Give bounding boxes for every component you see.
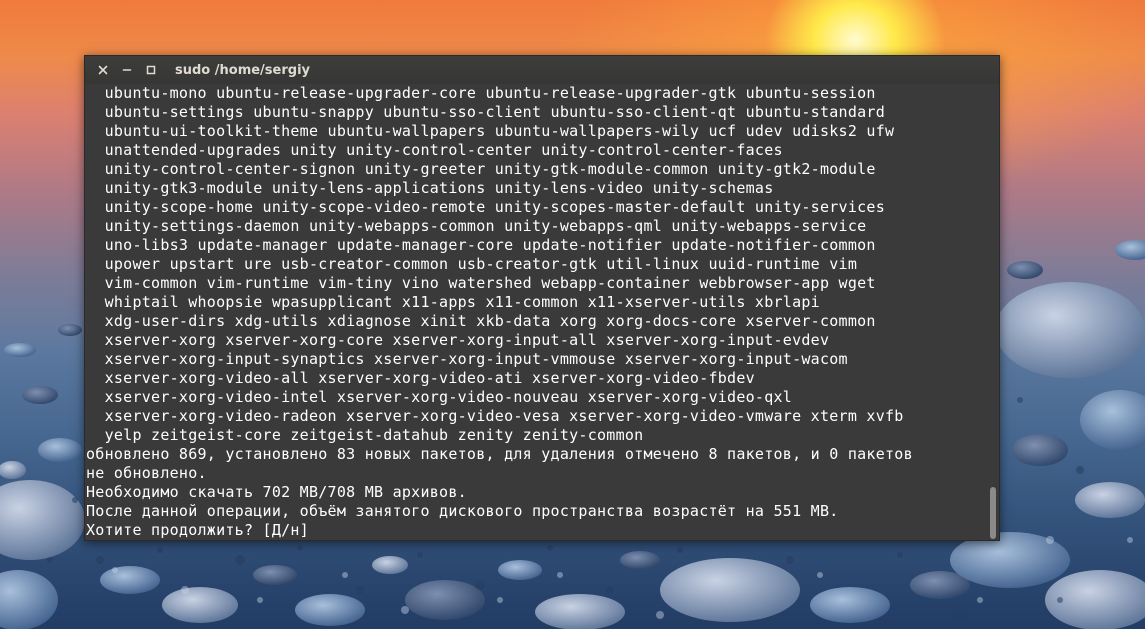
terminal-line: ubuntu-mono ubuntu-release-upgrader-core… [86, 84, 876, 102]
window-title: sudo /home/sergiy [175, 62, 311, 78]
window-titlebar[interactable]: sudo /home/sergiy [85, 56, 999, 84]
terminal-prompt-line[interactable]: Хотите продолжить? [Д/н] [86, 521, 987, 540]
terminal-line: unity-control-center-signon unity-greete… [86, 160, 876, 178]
terminal-window[interactable]: sudo /home/sergiy ubuntu-mono ubuntu-rel… [84, 55, 1000, 541]
terminal-scrollbar[interactable] [987, 84, 999, 540]
terminal-line: whiptail whoopsie wpasupplicant x11-apps… [86, 293, 820, 311]
terminal-line: unity-scope-home unity-scope-video-remot… [86, 198, 886, 216]
terminal-line: yelp zeitgeist-core zeitgeist-datahub ze… [86, 426, 644, 444]
terminal-line: unity-settings-daemon unity-webapps-comm… [86, 217, 867, 235]
terminal-line: Необходимо скачать 702 MB/708 MB архивов… [86, 483, 467, 501]
terminal-line: ubuntu-ui-toolkit-theme ubuntu-wallpaper… [86, 122, 895, 140]
terminal-line: xserver-xorg xserver-xorg-core xserver-x… [86, 331, 830, 349]
scrollbar-thumb[interactable] [990, 487, 996, 539]
terminal-line: xserver-xorg-video-radeon xserver-xorg-v… [86, 407, 904, 425]
terminal-line: xdg-user-dirs xdg-utils xdiagnose xinit … [86, 312, 876, 330]
terminal-line: uno-libs3 update-manager update-manager-… [86, 236, 876, 254]
maximize-button[interactable] [145, 64, 157, 76]
close-icon [98, 65, 108, 75]
terminal-line: обновлено 869, установлено 83 новых паке… [86, 445, 913, 463]
close-button[interactable] [97, 64, 109, 76]
terminal-line: unity-gtk3-module unity-lens-application… [86, 179, 774, 197]
terminal-line: xserver-xorg-input-synaptics xserver-xor… [86, 350, 848, 368]
terminal-output[interactable]: ubuntu-mono ubuntu-release-upgrader-core… [85, 84, 987, 540]
terminal-line: vim-common vim-runtime vim-tiny vino wat… [86, 274, 876, 292]
minimize-icon [122, 69, 132, 71]
terminal-line: xserver-xorg-video-intel xserver-xorg-vi… [86, 388, 793, 406]
terminal-line: не обновлено. [86, 464, 207, 482]
terminal-line: unattended-upgrades unity unity-control-… [86, 141, 783, 159]
terminal-line: xserver-xorg-video-all xserver-xorg-vide… [86, 369, 755, 387]
maximize-icon [146, 65, 156, 75]
terminal-line: upower upstart ure usb-creator-common us… [86, 255, 858, 273]
minimize-button[interactable] [121, 64, 133, 76]
terminal-line: После данной операции, объём занятого ди… [86, 502, 839, 520]
terminal-line: ubuntu-settings ubuntu-snappy ubuntu-sso… [86, 103, 886, 121]
